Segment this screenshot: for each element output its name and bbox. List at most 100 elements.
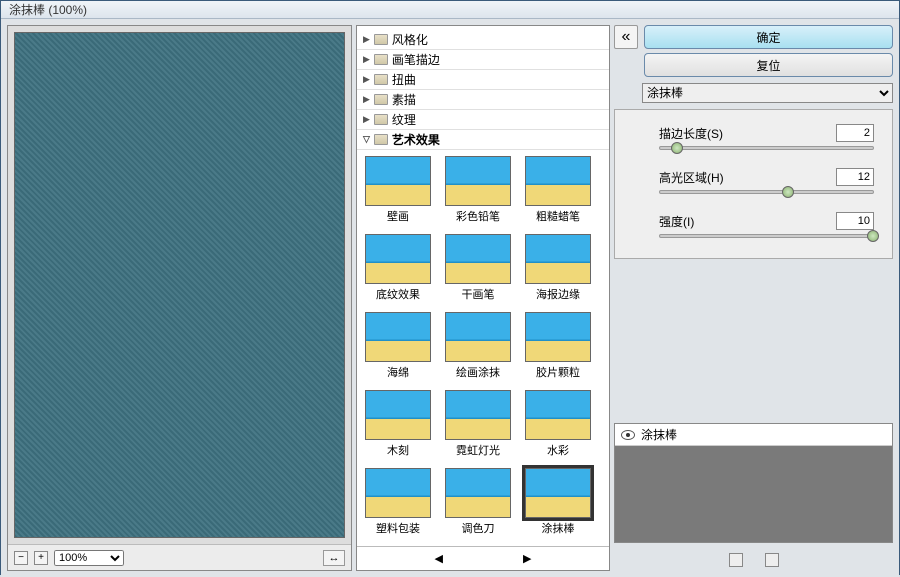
thumb-image [365, 312, 431, 362]
filter-thumb[interactable]: 彩色铅笔 [441, 156, 515, 224]
thumb-image [365, 468, 431, 518]
tree-item-distort[interactable]: ▶扭曲 [357, 70, 609, 90]
zoom-out-button[interactable]: − [14, 551, 28, 565]
thumb-label: 彩色铅笔 [456, 208, 500, 224]
filter-thumb[interactable]: 干画笔 [441, 234, 515, 302]
tree-item-texture[interactable]: ▶ 纹理 [357, 110, 609, 130]
folder-icon [374, 134, 388, 145]
folder-icon [374, 94, 388, 105]
filter-thumb[interactable]: 壁画 [361, 156, 435, 224]
thumb-label: 塑料包装 [376, 520, 420, 536]
filter-thumb[interactable]: 绘画涂抹 [441, 312, 515, 380]
thumb-label: 粗糙蜡笔 [536, 208, 580, 224]
stack-button-row [614, 549, 893, 571]
filter-thumb[interactable]: 水彩 [521, 390, 595, 458]
tree-label: 艺术效果 [392, 131, 440, 148]
folder-icon [374, 74, 388, 85]
filter-gallery-window: 涂抹棒 (100%) − + 100% ↔ ▶风格化 ▶画笔描边 ▶扭曲 ▶素描 [0, 0, 900, 575]
slider-handle[interactable] [671, 142, 683, 154]
prev-filter-icon[interactable]: ◀ [435, 552, 443, 565]
caret-right-icon: ▶ [363, 54, 370, 65]
tree-label: 纹理 [392, 111, 416, 128]
filter-thumb[interactable]: 粗糙蜡笔 [521, 156, 595, 224]
param-slider-stroke-length[interactable] [659, 146, 874, 150]
filter-thumb[interactable]: 木刻 [361, 390, 435, 458]
filter-thumb[interactable]: 底纹效果 [361, 234, 435, 302]
filter-thumb[interactable]: 调色刀 [441, 468, 515, 536]
collapse-panel-button[interactable]: « [614, 25, 638, 49]
thumb-label: 海绵 [387, 364, 409, 380]
filter-thumb-selected[interactable]: 涂抹棒 [521, 468, 595, 536]
visibility-icon[interactable] [621, 430, 635, 440]
param-input-stroke-length[interactable] [836, 124, 874, 142]
filter-thumb[interactable]: 塑料包装 [361, 468, 435, 536]
thumb-image [525, 390, 591, 440]
thumb-label: 调色刀 [462, 520, 495, 536]
preview-image[interactable] [14, 32, 345, 538]
param-label: 描边长度(S) [659, 125, 723, 142]
tree-item-stylize[interactable]: ▶ 风格化 [357, 30, 609, 50]
effect-stack-empty [615, 446, 892, 542]
effect-layer-label: 涂抹棒 [641, 426, 677, 443]
thumb-image [525, 156, 591, 206]
tree-item-artistic[interactable]: ▽艺术效果 [357, 130, 609, 150]
tree-item-brushstrokes[interactable]: ▶ 画笔描边 [357, 50, 609, 70]
folder-icon [374, 114, 388, 125]
filter-nav-bar: ◀ ▶ [357, 546, 609, 570]
window-title: 涂抹棒 (100%) [9, 1, 87, 18]
caret-right-icon: ▶ [363, 34, 370, 45]
next-filter-icon[interactable]: ▶ [523, 552, 531, 565]
new-effect-layer-button[interactable] [729, 553, 743, 567]
thumb-label: 水彩 [547, 442, 569, 458]
thumb-image [445, 312, 511, 362]
tree-label: 风格化 [392, 31, 428, 48]
top-button-row: « 确定 复位 [614, 25, 893, 77]
thumb-label: 霓虹灯光 [456, 442, 500, 458]
zoom-select[interactable]: 100% [54, 550, 124, 566]
ok-button[interactable]: 确定 [644, 25, 893, 49]
param-input-intensity[interactable] [836, 212, 874, 230]
tree-label: 画笔描边 [392, 51, 440, 68]
param-slider-intensity[interactable] [659, 234, 874, 238]
slider-handle[interactable] [867, 230, 879, 242]
param-stroke-length: 描边长度(S) [659, 124, 874, 150]
delete-effect-layer-button[interactable] [765, 553, 779, 567]
thumb-image [445, 390, 511, 440]
filter-parameters: 描边长度(S) 高光区域(H) 强度(I) [614, 109, 893, 259]
preview-zoom-controls: − + 100% ↔ [8, 544, 351, 570]
titlebar: 涂抹棒 (100%) [1, 1, 899, 19]
preview-nav-button[interactable]: ↔ [323, 550, 345, 566]
reset-button[interactable]: 复位 [644, 53, 893, 77]
thumb-image [445, 468, 511, 518]
thumb-label: 壁画 [387, 208, 409, 224]
thumb-image [365, 234, 431, 284]
param-label: 强度(I) [659, 213, 694, 230]
thumb-label: 干画笔 [462, 286, 495, 302]
param-input-highlight-area[interactable] [836, 168, 874, 186]
filter-name-select[interactable]: 涂抹棒 [642, 83, 893, 103]
thumb-image [445, 234, 511, 284]
param-highlight-area: 高光区域(H) [659, 168, 874, 194]
filter-tree: ▶ 风格化 ▶ 画笔描边 ▶扭曲 ▶素描 ▶ 纹理 ▽艺术效果 壁画 彩色铅笔 粗糙蜡… [357, 26, 609, 546]
thumb-image [525, 234, 591, 284]
thumb-label: 胶片颗粒 [536, 364, 580, 380]
thumb-label: 底纹效果 [376, 286, 420, 302]
thumb-label: 绘画涂抹 [456, 364, 500, 380]
filter-thumb[interactable]: 胶片颗粒 [521, 312, 595, 380]
tree-label: 素描 [392, 91, 416, 108]
thumb-label: 涂抹棒 [542, 520, 575, 536]
slider-handle[interactable] [782, 186, 794, 198]
caret-right-icon: ▶ [363, 114, 370, 125]
zoom-in-button[interactable]: + [34, 551, 48, 565]
filter-thumb[interactable]: 霓虹灯光 [441, 390, 515, 458]
tree-item-sketch[interactable]: ▶素描 [357, 90, 609, 110]
filter-thumb[interactable]: 海报边缘 [521, 234, 595, 302]
thumb-image [525, 468, 591, 518]
param-slider-highlight-area[interactable] [659, 190, 874, 194]
thumb-image [365, 156, 431, 206]
tree-label: 扭曲 [392, 71, 416, 88]
filter-category-panel: ▶风格化 ▶画笔描边 ▶扭曲 ▶素描 ▶纹理 ▽艺术效果 壁画 彩色铅笔 粗糙蜡… [356, 25, 610, 571]
filter-thumb[interactable]: 海绵 [361, 312, 435, 380]
effect-layer-row[interactable]: 涂抹棒 [615, 424, 892, 446]
param-intensity: 强度(I) [659, 212, 874, 238]
